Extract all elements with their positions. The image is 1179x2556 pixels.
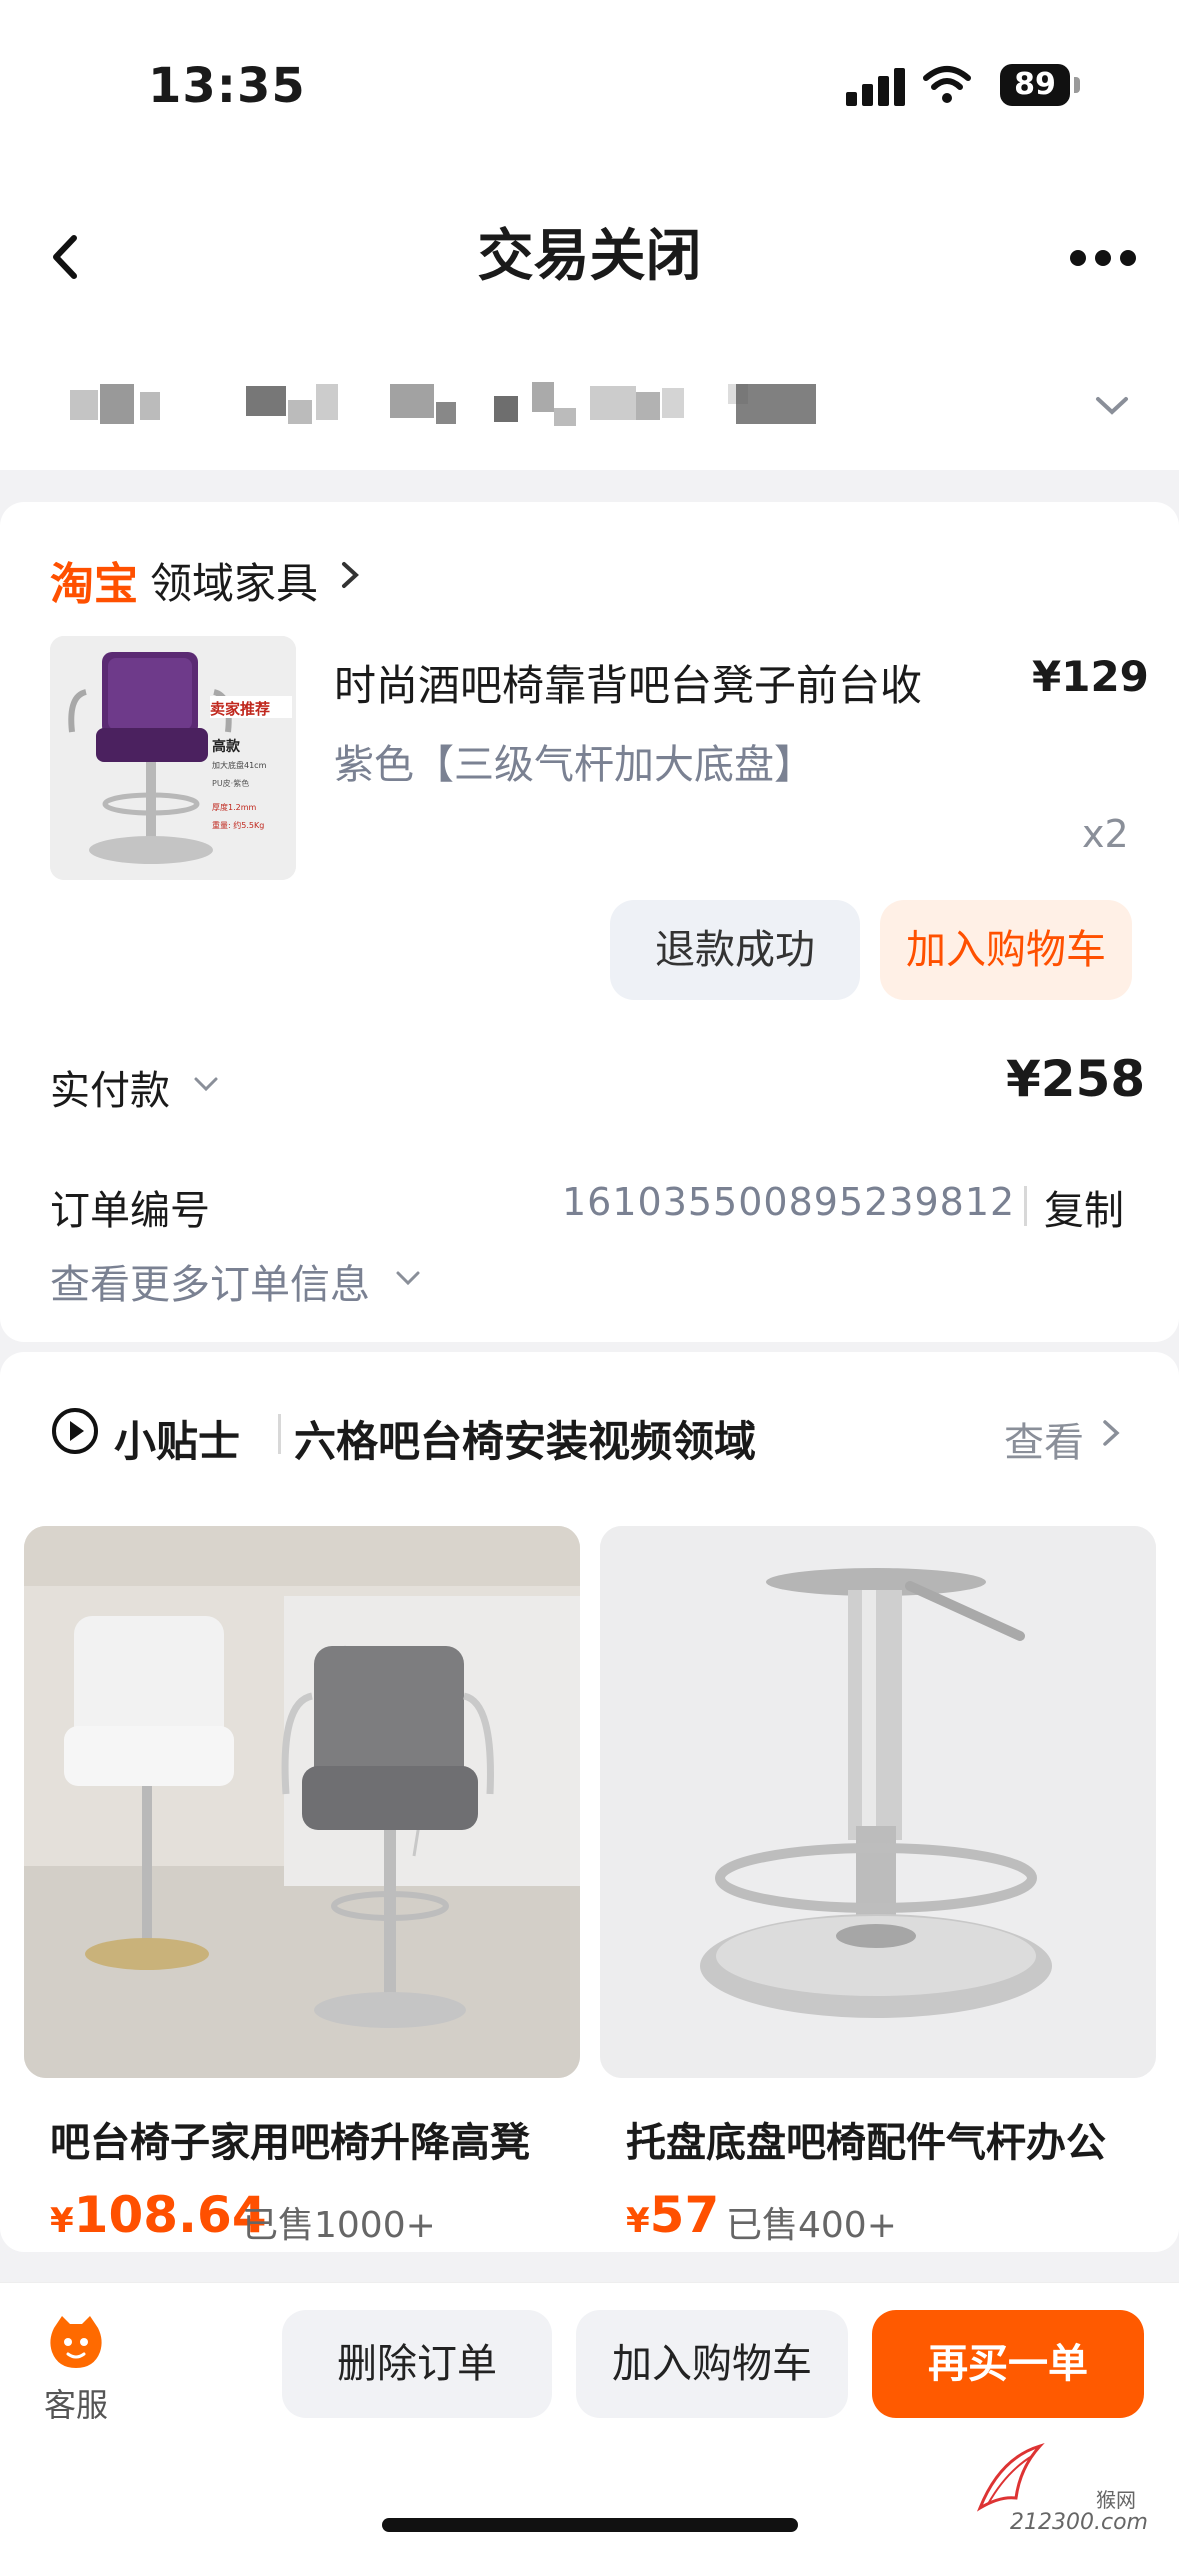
image-caption-1: 卖家推荐 (210, 700, 271, 718)
chevron-right-icon[interactable] (338, 560, 362, 590)
battery-indicator: 89 (1000, 64, 1070, 106)
status-time: 13:35 (148, 58, 306, 114)
play-icon (52, 1408, 98, 1454)
customer-service-label[interactable]: 客服 (44, 2380, 108, 2426)
shop-name[interactable]: 领域家具 (150, 550, 318, 611)
cellular-signal-icon (846, 66, 908, 106)
tips-title[interactable]: 六格吧台椅安装视频领域 (294, 1408, 756, 1469)
image-caption-4: PU皮·紫色 (212, 779, 250, 788)
currency-symbol: ¥ (50, 2201, 74, 2241)
chevron-down-icon[interactable] (192, 1074, 220, 1094)
address-blurred[interactable] (70, 378, 850, 438)
tips-view-link[interactable]: 查看 (1004, 1410, 1084, 1468)
watermark-logo-icon (976, 2443, 1045, 2512)
recommend-title[interactable]: 托盘底盘吧椅配件气杆办公 (626, 2110, 1106, 2168)
recommend-price: ¥57 (626, 2186, 719, 2244)
refund-status-button[interactable]: 退款成功 (610, 900, 860, 1000)
more-icon[interactable] (1068, 236, 1138, 280)
image-caption-3: 加大底盘41cm (212, 761, 267, 770)
paid-amount: ¥258 (1006, 1050, 1146, 1108)
image-caption-2: 高款 (212, 739, 240, 755)
tips-label: 小贴士 (114, 1417, 241, 1466)
page-title: 交易关闭 (477, 224, 702, 289)
paid-label[interactable]: 实付款 (50, 1058, 170, 1116)
chevron-down-icon[interactable] (1092, 390, 1132, 420)
chevron-right-icon[interactable] (1100, 1418, 1122, 1448)
back-icon[interactable] (40, 222, 90, 292)
order-number: 1610355008952398​12 (562, 1180, 1016, 1224)
wifi-icon (923, 66, 971, 103)
recommend-image[interactable] (24, 1526, 580, 2078)
battery-tip (1074, 77, 1080, 93)
more-order-info-link[interactable]: 查看更多订单信息 (50, 1252, 370, 1310)
image-caption-6: 重量: 约5.5Kg (212, 821, 265, 830)
chevron-down-icon[interactable] (394, 1268, 422, 1288)
recommend-sold-count: 已售1000+ (242, 2205, 436, 2246)
price-amount: 108.64 (73, 2186, 267, 2244)
add-to-cart-button[interactable]: 加入购物车 (576, 2310, 848, 2418)
product-quantity: x2 (1082, 812, 1129, 856)
order-number-label: 订单编号 (50, 1188, 210, 1234)
divider (278, 1414, 281, 1454)
recommend-title[interactable]: 吧台椅子家用吧椅升降高凳 (50, 2110, 530, 2168)
recommend-price: ¥108.64 (50, 2186, 267, 2244)
recommend-image[interactable] (600, 1526, 1156, 2078)
image-caption-5: 厚度1.2mm (212, 803, 257, 812)
watermark-url: 212300.com (1010, 2510, 1148, 2535)
home-indicator[interactable] (382, 2518, 798, 2532)
divider (1024, 1186, 1027, 1226)
copy-button[interactable]: 复制 (1044, 1178, 1124, 1236)
price-amount: 57 (649, 2186, 720, 2244)
product-image[interactable]: 卖家推荐 高款 加大底盘41cm PU皮·紫色 厚度1.2mm 重量: 约5.5… (50, 636, 296, 880)
product-price: ¥129 (1032, 652, 1149, 701)
product-title[interactable]: 时尚酒吧椅靠背吧台凳子前台收 (334, 652, 922, 713)
watermark-text: 猴网 (1096, 2488, 1136, 2512)
recommend-sold-count: 已售400+ (726, 2205, 897, 2246)
delete-order-button[interactable]: 删除订单 (282, 2310, 552, 2418)
add-to-cart-button[interactable]: 加入购物车 (880, 900, 1132, 1000)
taobao-logo: 淘宝 (50, 559, 138, 610)
buy-again-button[interactable]: 再买一单 (872, 2310, 1144, 2418)
currency-symbol: ¥ (626, 2201, 650, 2241)
product-spec: 紫色【三级气杆加大底盘】 (334, 742, 814, 788)
customer-service-icon[interactable] (44, 2310, 108, 2374)
